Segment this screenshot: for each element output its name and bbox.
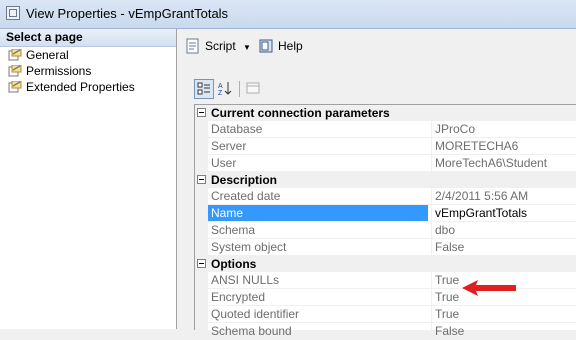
property-pages-button[interactable] [244, 79, 264, 99]
page-wrench-icon [8, 65, 22, 77]
property-value: True [431, 272, 459, 288]
property-key: Quoted identifier [211, 307, 300, 321]
categorized-icon [197, 82, 210, 95]
annotation-arrow-icon [462, 280, 516, 296]
category-header[interactable]: Options [195, 256, 576, 272]
property-row[interactable]: Quoted identifier True [195, 306, 576, 323]
property-key: Server [211, 139, 247, 153]
nav-item-label: Permissions [26, 64, 92, 78]
property-key: Created date [211, 189, 281, 203]
property-row[interactable]: Server MORETECHA6 [195, 138, 576, 155]
property-row[interactable]: ANSI NULLs True [195, 272, 576, 289]
property-value: False [431, 323, 464, 339]
property-value: False [431, 239, 464, 255]
category-header[interactable]: Description [195, 172, 576, 188]
property-grid: Current connection parameters Database J… [194, 104, 576, 340]
property-row[interactable]: Created date 2/4/2011 5:56 AM [195, 188, 576, 205]
toolbar-separator [239, 81, 240, 97]
category-header[interactable]: Current connection parameters [195, 105, 576, 121]
property-row[interactable]: Schema dbo [195, 222, 576, 239]
property-row[interactable]: Schema bound False [195, 323, 576, 340]
nav-item-label: General [26, 48, 69, 62]
page-wrench-icon [8, 81, 22, 93]
property-value: vEmpGrantTotals [431, 205, 527, 221]
property-key: ANSI NULLs [211, 273, 280, 287]
script-button[interactable]: Script ▼ [183, 37, 251, 55]
property-value: dbo [431, 222, 455, 238]
property-key: Database [211, 122, 263, 136]
nav-item-extended-properties[interactable]: Extended Properties [0, 79, 176, 95]
sort-alphabetical-icon: A Z [218, 82, 232, 97]
property-value: 2/4/2011 5:56 AM [431, 188, 528, 204]
help-button[interactable]: Help [256, 37, 303, 55]
property-value: MORETECHA6 [431, 138, 518, 154]
nav-item-permissions[interactable]: Permissions [0, 63, 176, 79]
property-row-selected[interactable]: Name vEmpGrantTotals [195, 205, 576, 222]
nav-item-label: Extended Properties [26, 80, 135, 94]
property-key: Schema [211, 223, 256, 237]
property-key: User [211, 156, 237, 170]
window-icon [6, 6, 20, 20]
svg-text:A: A [218, 83, 223, 90]
nav-item-general[interactable]: General [0, 47, 176, 63]
property-row[interactable]: User MoreTechA6\Student [195, 155, 576, 172]
svg-text:Z: Z [218, 90, 223, 97]
property-pages-icon [246, 82, 260, 94]
page-selector-pane: Select a page General Permissions Extend… [0, 29, 177, 329]
property-value: True [431, 289, 459, 305]
collapse-icon[interactable] [197, 108, 206, 117]
alphabetical-button[interactable]: A Z [216, 79, 236, 99]
property-value: JProCo [431, 121, 475, 137]
property-key: Encrypted [211, 290, 266, 304]
property-row[interactable]: Encrypted True [195, 289, 576, 306]
main-toolbar: Script ▼ Help [177, 29, 576, 61]
help-book-icon [259, 39, 273, 53]
property-value: MoreTechA6\Student [431, 155, 547, 171]
categorized-button[interactable] [194, 79, 214, 99]
select-page-header: Select a page [0, 29, 176, 47]
help-label: Help [278, 39, 303, 53]
property-value: True [431, 306, 459, 322]
collapse-icon[interactable] [197, 175, 206, 184]
title-bar: View Properties - vEmpGrantTotals [0, 0, 576, 29]
property-key: Name [208, 205, 428, 221]
property-key: System object [211, 240, 287, 254]
script-label: Script [205, 39, 236, 53]
category-label: Options [211, 257, 257, 271]
chevron-down-icon: ▼ [243, 43, 251, 52]
page-wrench-icon [8, 49, 22, 61]
category-label: Current connection parameters [211, 106, 390, 120]
window-title: View Properties - vEmpGrantTotals [26, 6, 229, 21]
collapse-icon[interactable] [197, 259, 206, 268]
script-icon [186, 38, 199, 54]
property-key: Schema bound [211, 324, 292, 338]
property-row[interactable]: Database JProCo [195, 121, 576, 138]
category-label: Description [211, 173, 278, 187]
property-row[interactable]: System object False [195, 239, 576, 256]
